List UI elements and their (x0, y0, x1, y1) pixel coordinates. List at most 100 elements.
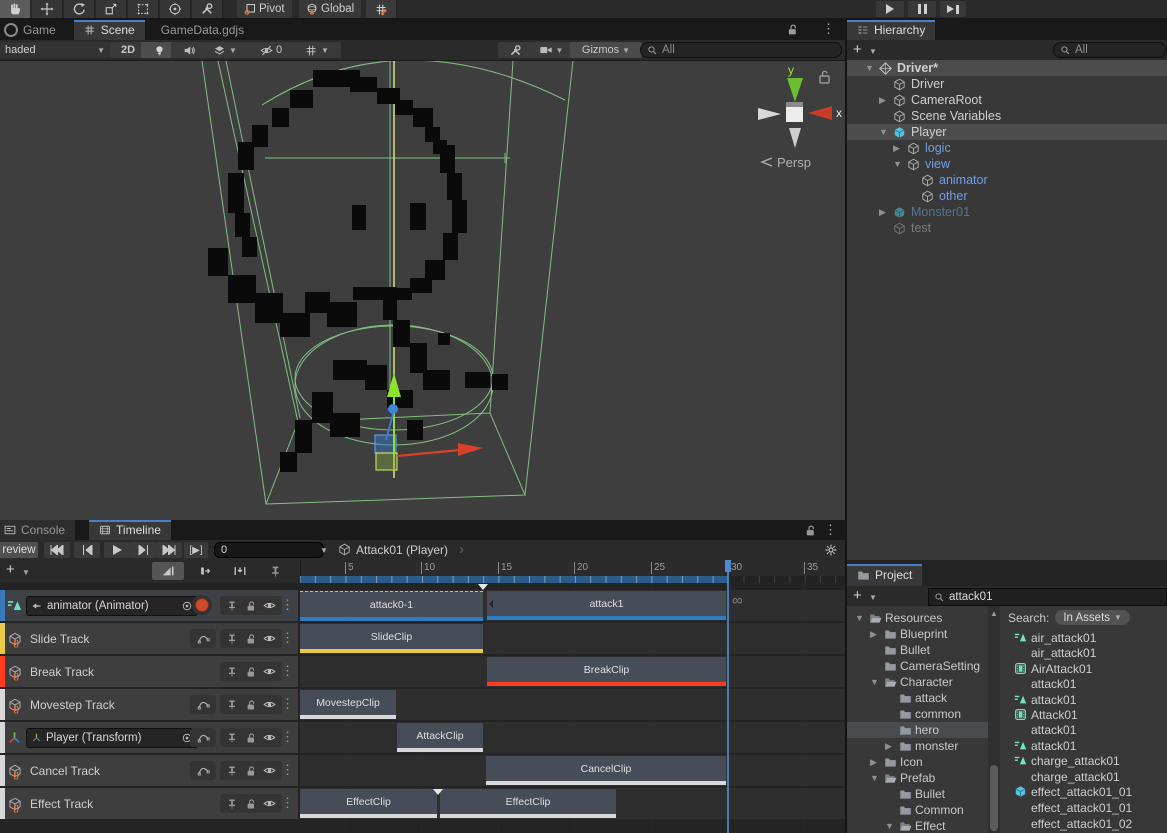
gizmos-dropdown[interactable]: Gizmos▼ (570, 42, 642, 58)
folder-prefab-bullet[interactable]: Bullet (847, 786, 988, 802)
grid-visibility-dropdown[interactable]: ▼ (293, 42, 341, 58)
lock-icon[interactable] (245, 732, 257, 744)
scene-camera-dropdown[interactable]: ▼ (527, 42, 575, 58)
eye-icon[interactable] (263, 731, 276, 744)
timeline-settings-gear-icon[interactable] (824, 543, 838, 557)
search-scope-pill[interactable]: In Assets▼ (1055, 610, 1130, 625)
expander-icon[interactable]: ▼ (879, 127, 888, 137)
rotate-tool-button[interactable] (64, 0, 95, 18)
track-movestep[interactable]: {} Movestep Track ⋮ MovestepClip (0, 689, 845, 720)
project-search-input[interactable]: attack01 (928, 588, 1167, 606)
folder-attack[interactable]: attack (847, 690, 988, 706)
lock-icon[interactable] (786, 23, 799, 36)
lock-icon[interactable] (804, 524, 817, 537)
movestep-lane[interactable]: MovestepClip (300, 689, 845, 720)
folder-monster[interactable]: ▶monster (847, 738, 988, 754)
ripple-mode-button[interactable] (190, 562, 222, 580)
kebab-menu-icon[interactable]: ⋮ (281, 597, 294, 613)
folder-icon-dir[interactable]: ▶Icon (847, 754, 988, 770)
record-button[interactable] (192, 595, 212, 615)
kebab-menu-icon[interactable]: ⋮ (281, 630, 294, 646)
clip-attack0-1[interactable]: attack0-1 (300, 591, 483, 621)
expander-icon[interactable]: ▶ (879, 95, 886, 106)
shading-mode-dropdown[interactable]: haded ▼ (0, 42, 110, 58)
lock-icon[interactable] (820, 71, 829, 83)
goto-end-button[interactable] (156, 542, 182, 558)
eye-icon[interactable] (263, 665, 276, 678)
player-binding-field[interactable]: Player (Transform) (26, 728, 198, 748)
custom-tools-button[interactable] (192, 0, 223, 18)
timeline-breadcrumb[interactable]: Attack01 (Player) › (338, 540, 464, 559)
clip-break[interactable]: BreakClip (487, 657, 726, 686)
track-cancel[interactable]: {} Cancel Track ⋮ CancelClip (0, 755, 845, 786)
preview-toggle-button[interactable]: review (0, 542, 38, 558)
folder-blueprint[interactable]: ▶Blueprint (847, 626, 988, 642)
break-lane[interactable]: BreakClip (300, 656, 845, 687)
tab-timeline[interactable]: Timeline (89, 520, 171, 540)
playhead-line[interactable] (727, 560, 729, 833)
project-scrollbar[interactable]: ▲ (988, 606, 1000, 833)
slide-lane[interactable]: SlideClip (300, 623, 845, 654)
effect-lane[interactable]: EffectClip EffectClip (300, 788, 845, 819)
pin-icon[interactable] (226, 633, 238, 645)
lock-icon[interactable] (245, 765, 257, 777)
create-asset-button[interactable]: + (853, 587, 862, 604)
eye-icon[interactable] (263, 797, 276, 810)
hierarchy-item-animator[interactable]: animator (847, 172, 1167, 188)
pin-icon[interactable] (226, 765, 238, 777)
hierarchy-search-input[interactable]: All (1053, 42, 1167, 58)
hierarchy-item-view[interactable]: ▼ view (847, 156, 1167, 172)
transform-tool-button[interactable] (160, 0, 191, 18)
hierarchy-item-logic[interactable]: ▶ logic (847, 140, 1167, 156)
tab-scene[interactable]: Scene (74, 20, 145, 40)
mix-mode-button[interactable] (152, 562, 184, 580)
create-object-button[interactable]: + (853, 41, 862, 58)
eye-icon[interactable] (263, 632, 276, 645)
track-slide[interactable]: {} Slide Track ⋮ SlideClip (0, 623, 845, 654)
next-frame-button[interactable] (130, 542, 156, 558)
clip-boundary-marker[interactable] (433, 789, 443, 795)
track-effect[interactable]: {} Effect Track ⋮ EffectClip EffectClip (0, 788, 845, 819)
hierarchy-item-scene-variables[interactable]: Scene Variables (847, 108, 1167, 124)
folder-hero[interactable]: hero (847, 722, 988, 738)
curves-button[interactable] (190, 629, 216, 648)
expander-icon[interactable]: ▼ (865, 63, 874, 73)
asset-row[interactable]: attack01 (1000, 722, 1167, 737)
tab-game[interactable]: Game (0, 20, 66, 40)
pin-icon[interactable] (226, 600, 238, 612)
play-timeline-button[interactable] (104, 542, 130, 558)
folder-resources[interactable]: ▼Resources (847, 610, 988, 626)
asset-row[interactable]: effect_attack01_01 (1000, 800, 1167, 815)
track-player-transform[interactable]: Player (Transform) ⋮ AttackClip (0, 722, 845, 753)
pin-icon[interactable] (226, 666, 238, 678)
hierarchy-item-driver-scene[interactable]: ▼ Driver* (847, 60, 1167, 76)
hierarchy-item-player[interactable]: ▼ Player (847, 124, 1167, 140)
orientation-gizmo[interactable] (758, 78, 832, 148)
folder-common[interactable]: common (847, 706, 988, 722)
track-break[interactable]: {} Break Track ⋮ BreakClip (0, 656, 845, 687)
kebab-menu-icon[interactable]: ⋮ (281, 696, 294, 712)
eye-icon[interactable] (263, 698, 276, 711)
add-track-button[interactable]: + (6, 561, 15, 578)
lock-icon[interactable] (245, 633, 257, 645)
hidden-objects-button[interactable]: 0 (245, 42, 297, 58)
clip-cancel[interactable]: CancelClip (486, 756, 726, 785)
curves-button[interactable] (190, 761, 216, 780)
pause-button[interactable] (908, 1, 936, 17)
kebab-menu-icon[interactable]: ⋮ (281, 729, 294, 745)
pin-icon[interactable] (226, 798, 238, 810)
move-tool-button[interactable] (32, 0, 63, 18)
asset-row[interactable]: Attack01 (1000, 707, 1167, 722)
asset-row[interactable]: air_attack01 (1000, 645, 1167, 660)
marker-track-button[interactable] (262, 562, 288, 580)
tab-project[interactable]: Project (847, 564, 922, 586)
eye-icon[interactable] (263, 764, 276, 777)
asset-row[interactable]: effect_attack01_02 (1000, 816, 1167, 831)
lock-icon[interactable] (245, 666, 257, 678)
curves-button[interactable] (190, 695, 216, 714)
clip-attack[interactable]: AttackClip (397, 723, 483, 752)
folder-bullet[interactable]: Bullet (847, 642, 988, 658)
asset-row[interactable]: attack01 (1000, 738, 1167, 753)
eye-icon[interactable] (263, 599, 276, 612)
kebab-menu-icon[interactable]: ⋮ (824, 522, 837, 538)
